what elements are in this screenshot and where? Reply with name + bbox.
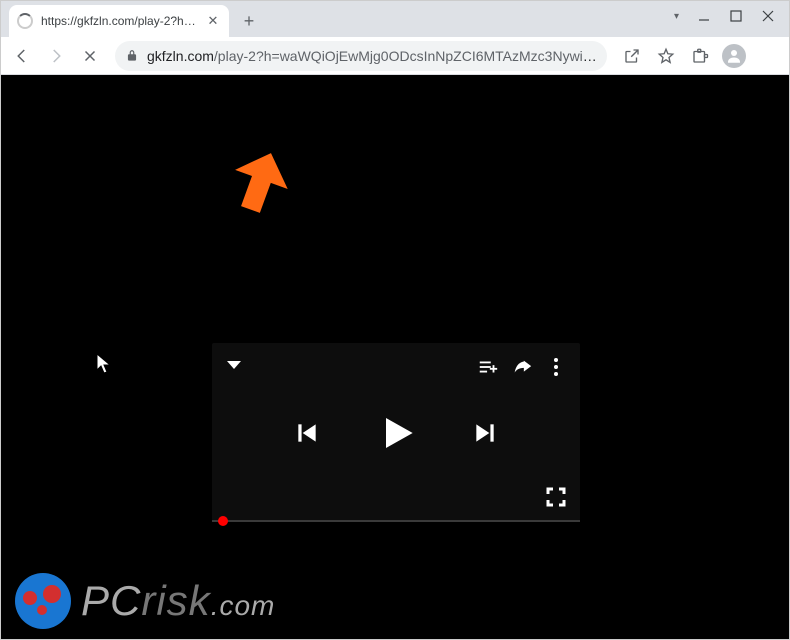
player-top-bar [222, 353, 570, 381]
profile-avatar[interactable] [719, 41, 749, 71]
close-tab-button[interactable]: ✕ [205, 13, 221, 29]
watermark-logo-icon [15, 573, 71, 629]
next-track-button[interactable] [472, 420, 498, 446]
video-player-panel [212, 343, 580, 521]
queue-add-icon[interactable] [474, 353, 502, 381]
close-window-button[interactable] [761, 9, 775, 23]
lock-icon [125, 49, 139, 63]
window-titlebar: https://gkfzln.com/play-2?h=waW ✕ + ▾ [1, 1, 789, 37]
loading-spinner-icon [17, 13, 33, 29]
back-button[interactable] [7, 41, 37, 71]
watermark-suffix: risk [141, 577, 210, 624]
watermark-prefix: PC [81, 577, 141, 624]
page-content: PCrisk.com [1, 75, 789, 639]
address-bar[interactable]: gkfzln.com/play-2?h=waWQiOjEwMjg0ODcsInN… [115, 41, 607, 71]
tab-title: https://gkfzln.com/play-2?h=waW [41, 14, 201, 28]
menu-button[interactable] [753, 41, 783, 71]
share-icon[interactable] [617, 41, 647, 71]
share-arrow-icon[interactable] [508, 353, 536, 381]
more-options-button[interactable] [542, 353, 570, 381]
watermark-text: PCrisk.com [81, 577, 275, 625]
url-path: /play-2?h=waWQiOjEwMjg0ODcsInNpZCI6MTAzM… [214, 48, 597, 64]
watermark: PCrisk.com [15, 573, 275, 629]
forward-button[interactable] [41, 41, 71, 71]
stop-reload-button[interactable] [75, 41, 105, 71]
new-tab-button[interactable]: + [235, 7, 263, 35]
mouse-cursor-icon [96, 353, 114, 380]
url-domain: gkfzln.com [147, 48, 214, 64]
progress-thumb[interactable] [218, 516, 228, 526]
player-controls [212, 413, 580, 453]
chevron-down-icon[interactable]: ▾ [674, 11, 679, 22]
bookmark-star-icon[interactable] [651, 41, 681, 71]
fullscreen-button[interactable] [544, 485, 570, 511]
progress-bar[interactable] [212, 520, 580, 522]
window-controls: ▾ [674, 1, 789, 31]
url-text: gkfzln.com/play-2?h=waWQiOjEwMjg0ODcsInN… [147, 48, 597, 64]
play-button[interactable] [376, 413, 416, 453]
annotation-arrow-icon [229, 151, 289, 226]
collapse-button[interactable] [222, 353, 250, 381]
player-bottom-bar [544, 485, 570, 511]
previous-track-button[interactable] [294, 420, 320, 446]
extensions-icon[interactable] [685, 41, 715, 71]
minimize-button[interactable] [697, 9, 711, 23]
browser-tab[interactable]: https://gkfzln.com/play-2?h=waW ✕ [9, 5, 229, 37]
watermark-tld: .com [211, 590, 276, 621]
browser-toolbar: gkfzln.com/play-2?h=waWQiOjEwMjg0ODcsInN… [1, 37, 789, 75]
maximize-button[interactable] [729, 9, 743, 23]
